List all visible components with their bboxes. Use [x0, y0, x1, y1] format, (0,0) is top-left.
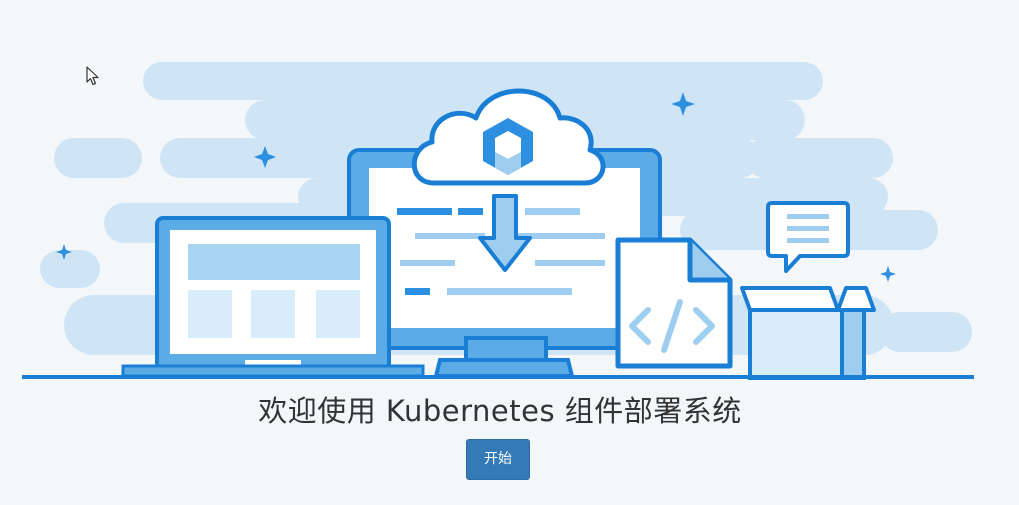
welcome-page: 欢迎使用 Kubernetes 组件部署系统 开始: [0, 0, 1019, 505]
chat-bubble-icon: [766, 201, 850, 273]
laptop-illustration: [121, 216, 425, 378]
mouse-pointer-icon: [86, 66, 99, 86]
hero-illustration: [22, 62, 974, 380]
ground-line: [22, 375, 974, 379]
welcome-title: 欢迎使用 Kubernetes 组件部署系统: [258, 394, 742, 428]
start-button[interactable]: 开始: [466, 439, 530, 480]
code-file-icon: [615, 237, 733, 369]
open-box-icon: [740, 286, 876, 380]
